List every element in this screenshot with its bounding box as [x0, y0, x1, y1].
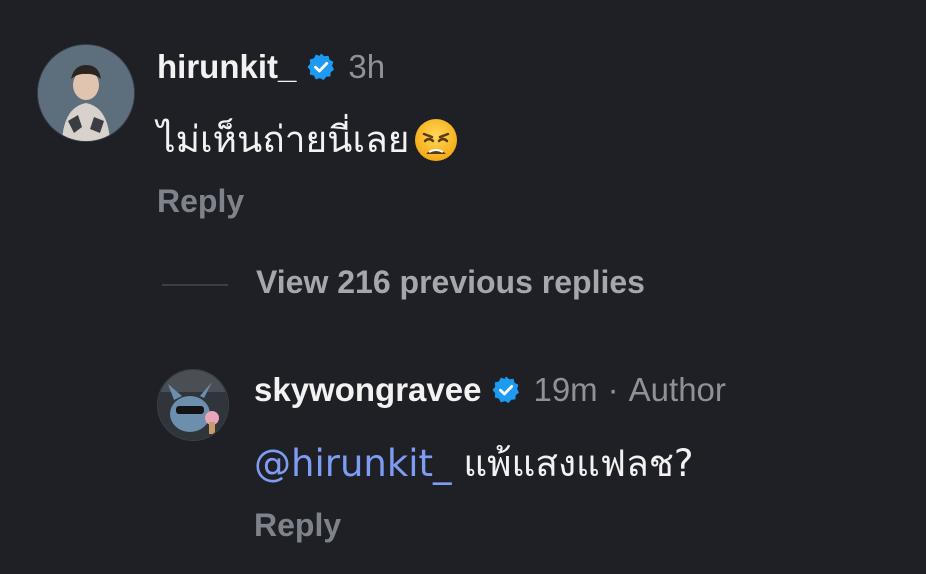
reply-body: แพ้แสงแฟลช?	[451, 442, 694, 485]
avatar[interactable]	[157, 369, 229, 441]
reply-button[interactable]: Reply	[157, 183, 244, 220]
profile-photo-icon	[158, 370, 228, 440]
verified-badge-icon	[306, 52, 336, 82]
weary-face-emoji-icon	[413, 117, 459, 163]
thread-divider	[162, 284, 228, 286]
mention-link[interactable]: @hirunkit_	[254, 442, 452, 485]
username[interactable]: hirunkit_	[157, 48, 296, 86]
username[interactable]: skywongravee	[254, 371, 481, 409]
reply-header: skywongravee 19m · Author	[254, 371, 726, 409]
reply-button[interactable]: Reply	[254, 507, 341, 544]
separator: ·	[607, 371, 619, 408]
view-previous-replies-button[interactable]: View 216 previous replies	[256, 264, 645, 301]
comment-body: ไม่เห็นถ่ายนี่เลย	[157, 118, 410, 161]
avatar[interactable]	[37, 44, 135, 142]
author-badge: Author	[628, 371, 726, 408]
verified-badge-icon	[491, 375, 521, 405]
comment-header: hirunkit_ 3h	[157, 48, 385, 86]
profile-photo-icon	[38, 45, 134, 141]
reply-text: @hirunkit_ แพ้แสงแฟลช?	[254, 434, 694, 493]
timestamp: 3h	[348, 48, 386, 85]
timestamp: 19m	[533, 371, 598, 408]
comment-text: ไม่เห็นถ่ายนี่เลย	[157, 110, 459, 169]
